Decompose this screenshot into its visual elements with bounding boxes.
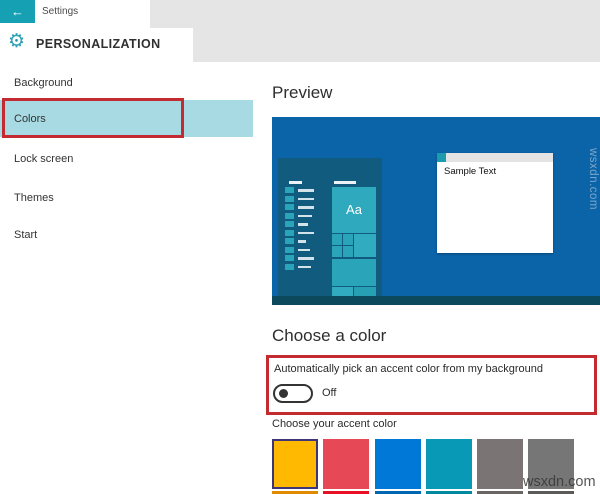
menu-row-square — [285, 196, 294, 202]
accent-picker-label: Choose your accent color — [272, 418, 397, 430]
menu-row-square — [285, 221, 294, 227]
auto-accent-label: Automatically pick an accent color from … — [274, 363, 543, 375]
menu-row-line — [298, 206, 314, 209]
menu-row-line — [298, 249, 310, 252]
menu-row-square — [285, 247, 294, 253]
accent-swatch-gold[interactable] — [272, 439, 318, 489]
preview-heading: Preview — [272, 83, 332, 103]
auto-accent-toggle[interactable] — [273, 384, 313, 403]
choose-color-heading: Choose a color — [272, 326, 386, 346]
toggle-state-label: Off — [322, 387, 336, 399]
gear-icon: ⚙ — [8, 31, 25, 53]
menu-row-line — [298, 266, 311, 269]
sidebar-item-themes[interactable]: Themes — [14, 191, 54, 205]
page-background-gray — [150, 0, 600, 28]
back-button[interactable]: ← — [0, 0, 35, 23]
preview-image: Aa Sample Text wsxdn.com — [272, 117, 600, 305]
toggle-knob-icon — [279, 389, 288, 398]
menu-row-square — [285, 238, 294, 244]
menu-row-square — [285, 213, 294, 219]
mini-tile — [332, 246, 342, 257]
sample-window-title: Sample Text — [444, 166, 496, 177]
menu-row-line — [298, 189, 314, 192]
tile — [354, 234, 376, 257]
menu-row-square — [285, 255, 294, 261]
accent-swatch-red[interactable] — [323, 439, 369, 489]
accent-swatch-gray[interactable] — [477, 439, 523, 489]
watermark-bottom: wsxdn.com — [523, 474, 596, 490]
menu-row-line — [298, 223, 308, 226]
menu-row-line — [298, 257, 314, 260]
mini-tile — [343, 246, 353, 257]
menu-row-line — [298, 240, 306, 243]
menu-row-line — [298, 198, 314, 201]
sidebar-item-background[interactable]: Background — [14, 76, 73, 90]
sidebar-item-start[interactable]: Start — [14, 228, 37, 242]
menu-header-line — [289, 181, 302, 184]
menu-row-square — [285, 187, 294, 193]
sidebar-item-lock-screen[interactable]: Lock screen — [14, 152, 73, 166]
mini-tile — [343, 234, 353, 245]
menu-row-line — [298, 215, 312, 218]
menu-row-line — [298, 232, 314, 235]
settings-window: ← Settings ⚙ PERSONALIZATION Background … — [0, 0, 600, 494]
aa-tile: Aa — [332, 187, 376, 233]
page-background-gray — [193, 28, 600, 62]
accent-swatch-teal[interactable] — [426, 439, 472, 489]
wide-tile — [332, 259, 376, 286]
mini-tile — [332, 234, 342, 245]
sample-window-titlebar — [437, 153, 553, 162]
app-title: Settings — [42, 6, 78, 17]
menu-row-square — [285, 264, 294, 270]
watermark-vertical: wsxdn.com — [587, 148, 599, 210]
page-title: PERSONALIZATION — [36, 37, 161, 51]
preview-taskbar — [272, 296, 600, 305]
accent-swatch-blue[interactable] — [375, 439, 421, 489]
sample-window-icon — [437, 153, 446, 162]
sidebar-item-colors[interactable]: Colors — [14, 112, 46, 126]
tile-group-line — [334, 181, 356, 184]
sample-window: Sample Text — [437, 153, 553, 253]
back-arrow-icon: ← — [11, 4, 24, 19]
menu-row-square — [285, 230, 294, 236]
menu-row-square — [285, 204, 294, 210]
